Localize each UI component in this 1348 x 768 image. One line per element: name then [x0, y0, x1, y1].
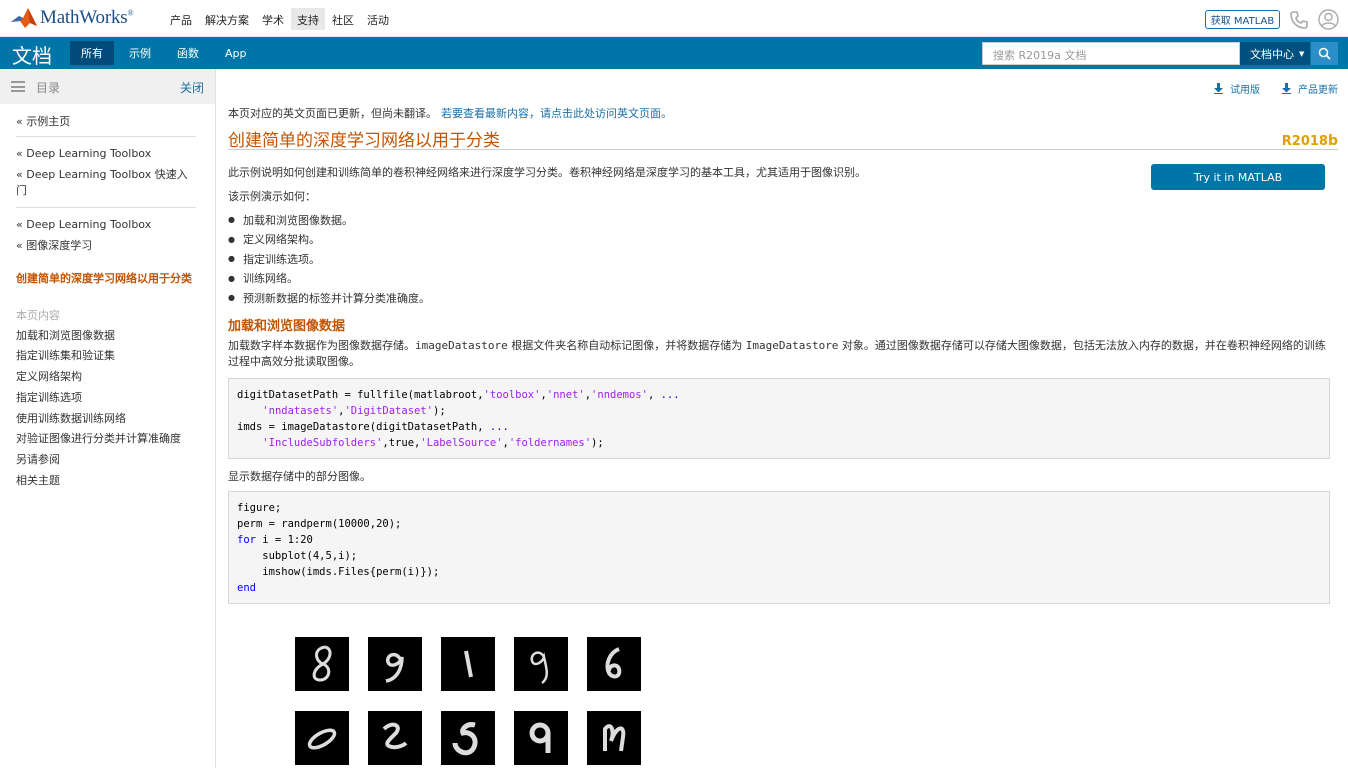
main-content: 试用版 产品更新 本页对应的英文页面已更新，但尚未翻译。 若要查看最新内容，请点击… [228, 69, 1338, 768]
list-item: ● 预测新数据的标签并计算分类准确度。 [228, 291, 430, 305]
translation-notice: 本页对应的英文页面已更新，但尚未翻译。 若要查看最新内容，请点击此处访问英文页面。 [228, 107, 672, 120]
membrane-logo-icon [11, 8, 37, 28]
crumb-image-dl[interactable]: « 图像深度学习 [16, 238, 196, 254]
list-item: ● 定义网络架构。 [228, 233, 320, 247]
toc-section-link[interactable]: 加载和浏览图像数据 [16, 328, 196, 344]
top-nav-support[interactable]: 支持 [291, 8, 325, 30]
demo-lead-text: 该示例演示如何： [228, 190, 316, 203]
toc-label: 目录 [36, 81, 61, 95]
toc-header: 目录 关闭 [0, 69, 215, 104]
doc-search-input[interactable]: 搜索 R2019a 文档 [982, 42, 1240, 65]
divider [228, 149, 1338, 150]
mathworks-logo[interactable]: MathWorks® [10, 5, 134, 31]
toc-sidebar: 目录 关闭 « 示例主页 « Deep Learning Toolbox « D… [0, 69, 216, 768]
toc-current-page: 创建简单的深度学习网络以用于分类 [16, 272, 192, 285]
tab-functions[interactable]: 函数 [166, 41, 210, 65]
global-header: MathWorks® 产品 解决方案 学术 支持 社区 活动 获取 MATLAB [0, 0, 1348, 37]
top-nav-community[interactable]: 社区 [326, 8, 360, 30]
digit-image [368, 711, 422, 765]
doc-bar: 文档 所有 示例 函数 App 搜索 R2019a 文档 文档中心 ▼ [0, 37, 1348, 69]
toc-section-link[interactable]: 使用训练数据训练网络 [16, 411, 196, 427]
english-page-link[interactable]: 若要查看最新内容，请点击此处访问英文页面。 [441, 107, 672, 120]
crumb-dl-toolbox-2[interactable]: « Deep Learning Toolbox [16, 217, 196, 233]
top-nav-products[interactable]: 产品 [164, 8, 198, 30]
inline-code[interactable]: imageDatastore [415, 339, 508, 352]
digit-image [514, 711, 568, 765]
get-matlab-button[interactable]: 获取 MATLAB [1205, 10, 1280, 29]
digit-image [587, 637, 641, 691]
search-scope-dropdown[interactable]: 文档中心 ▼ [1240, 42, 1310, 65]
tab-examples[interactable]: 示例 [118, 41, 162, 65]
try-in-matlab-button[interactable]: Try it in MATLAB [1151, 164, 1325, 190]
digit-image-grid [295, 637, 655, 768]
code-block[interactable]: digitDatasetPath = fullfile(matlabroot,'… [228, 378, 1330, 459]
product-updates-link[interactable]: 产品更新 [1282, 81, 1338, 96]
digit-image [441, 637, 495, 691]
search-button[interactable] [1311, 42, 1338, 65]
search-scope-label: 文档中心 [1250, 47, 1294, 61]
crumb-dl-toolbox[interactable]: « Deep Learning Toolbox [16, 146, 196, 162]
list-item: ● 加载和浏览图像数据。 [228, 213, 353, 227]
search-icon [1318, 47, 1331, 60]
top-nav: 产品 解决方案 学术 支持 社区 活动 [164, 8, 396, 30]
divider [16, 136, 196, 137]
digit-image [295, 637, 349, 691]
toc-section-link[interactable]: 定义网络架构 [16, 369, 196, 385]
toc-section-link[interactable]: 另请参阅 [16, 452, 196, 468]
doc-tabs: 所有 示例 函数 App [70, 41, 262, 65]
intro-text: 此示例说明如何创建和训练简单的卷积神经网络来进行深度学习分类。卷积神经网络是深度… [228, 166, 866, 179]
toc-section-link[interactable]: 对验证图像进行分类并计算准确度 [16, 431, 196, 447]
toc-section-link[interactable]: 相关主题 [16, 473, 196, 489]
toc-close-link[interactable]: 关闭 [180, 79, 204, 96]
list-item: ● 训练网络。 [228, 272, 298, 286]
digit-image [368, 637, 422, 691]
on-this-page-label: 本页内容 [16, 309, 60, 322]
code-block[interactable]: figure; perm = randperm(10000,20); for i… [228, 491, 1330, 604]
steps-list: ● 加载和浏览图像数据。 ● 定义网络架构。 ● 指定训练选项。 ● 训练网络。 ● 预测… [228, 210, 430, 308]
user-icon[interactable] [1318, 9, 1339, 30]
download-arrow-icon [1214, 83, 1223, 94]
digit-image [514, 637, 568, 691]
phone-icon[interactable] [1289, 10, 1309, 30]
top-nav-events[interactable]: 活动 [361, 8, 395, 30]
crumb-dl-getting-started[interactable]: « Deep Learning Toolbox 快速入门 [16, 167, 196, 199]
show-images-text: 显示数据存储中的部分图像。 [228, 470, 371, 483]
digit-image [587, 711, 641, 765]
toc-section-link[interactable]: 指定训练集和验证集 [16, 348, 196, 364]
divider [16, 207, 196, 208]
section-heading: 加载和浏览图像数据 [228, 319, 346, 334]
tool-links: 试用版 产品更新 [1192, 81, 1338, 96]
section-paragraph: 加载数字样本数据作为图像数据存储。imageDatastore 根据文件夹名称自… [228, 339, 1326, 368]
tab-apps[interactable]: App [214, 41, 258, 65]
digit-image [441, 711, 495, 765]
page-title: 创建简单的深度学习网络以用于分类 [228, 131, 500, 151]
download-arrow-icon [1282, 83, 1291, 94]
list-item: ● 指定训练选项。 [228, 252, 320, 266]
crumb-examples-home[interactable]: « 示例主页 [16, 114, 196, 130]
trial-link[interactable]: 试用版 [1214, 81, 1260, 96]
menu-icon[interactable] [11, 81, 25, 92]
top-nav-solutions[interactable]: 解决方案 [199, 8, 255, 30]
doc-title[interactable]: 文档 [12, 40, 52, 69]
tab-all[interactable]: 所有 [70, 41, 114, 65]
release-badge: R2018b [1281, 133, 1338, 149]
chevron-down-icon: ▼ [1299, 49, 1305, 58]
inline-code[interactable]: ImageDatastore [746, 339, 839, 352]
logo-text: MathWorks® [40, 7, 134, 28]
toc-section-link[interactable]: 指定训练选项 [16, 390, 196, 406]
digit-image [295, 711, 349, 765]
top-nav-academia[interactable]: 学术 [256, 8, 290, 30]
